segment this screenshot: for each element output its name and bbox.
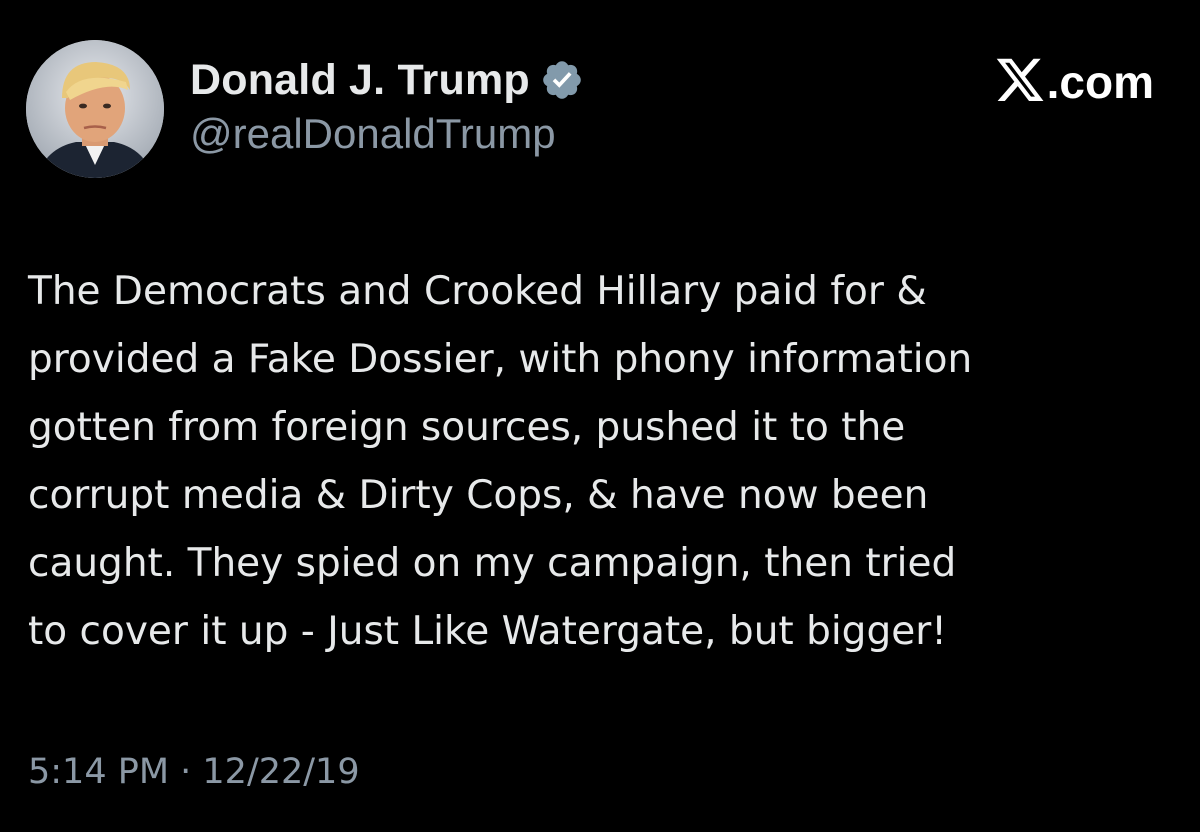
profile-photo-icon <box>26 40 164 178</box>
tweet-text-line: corrupt media & Dirty Cops, & have now b… <box>28 473 929 518</box>
tweet-text-line: The Democrats and Crooked Hillary paid f… <box>28 269 927 314</box>
brand-watermark: .com <box>994 52 1154 112</box>
tweet-card: Donald J. Trump @realDonaldTrump .com Th… <box>0 0 1200 832</box>
brand-text: .com <box>1046 56 1154 108</box>
display-name-row: Donald J. Trump <box>190 52 584 108</box>
avatar[interactable] <box>26 40 164 178</box>
user-handle[interactable]: @realDonaldTrump <box>190 110 584 158</box>
x-logo-icon <box>994 58 1046 106</box>
author-block: Donald J. Trump @realDonaldTrump <box>190 52 584 158</box>
tweet-text-line: caught. They spied on my campaign, then … <box>28 541 957 586</box>
tweet-text: The Democrats and Crooked Hillary paid f… <box>28 258 1178 666</box>
verified-badge-icon[interactable] <box>540 58 584 102</box>
display-name[interactable]: Donald J. Trump <box>190 56 530 105</box>
tweet-text-line: provided a Fake Dossier, with phony info… <box>28 337 973 382</box>
tweet-timestamp[interactable]: 5:14 PM · 12/22/19 <box>28 752 360 792</box>
tweet-text-line: to cover it up - Just Like Watergate, bu… <box>28 609 947 654</box>
tweet-text-line: gotten from foreign sources, pushed it t… <box>28 405 906 450</box>
